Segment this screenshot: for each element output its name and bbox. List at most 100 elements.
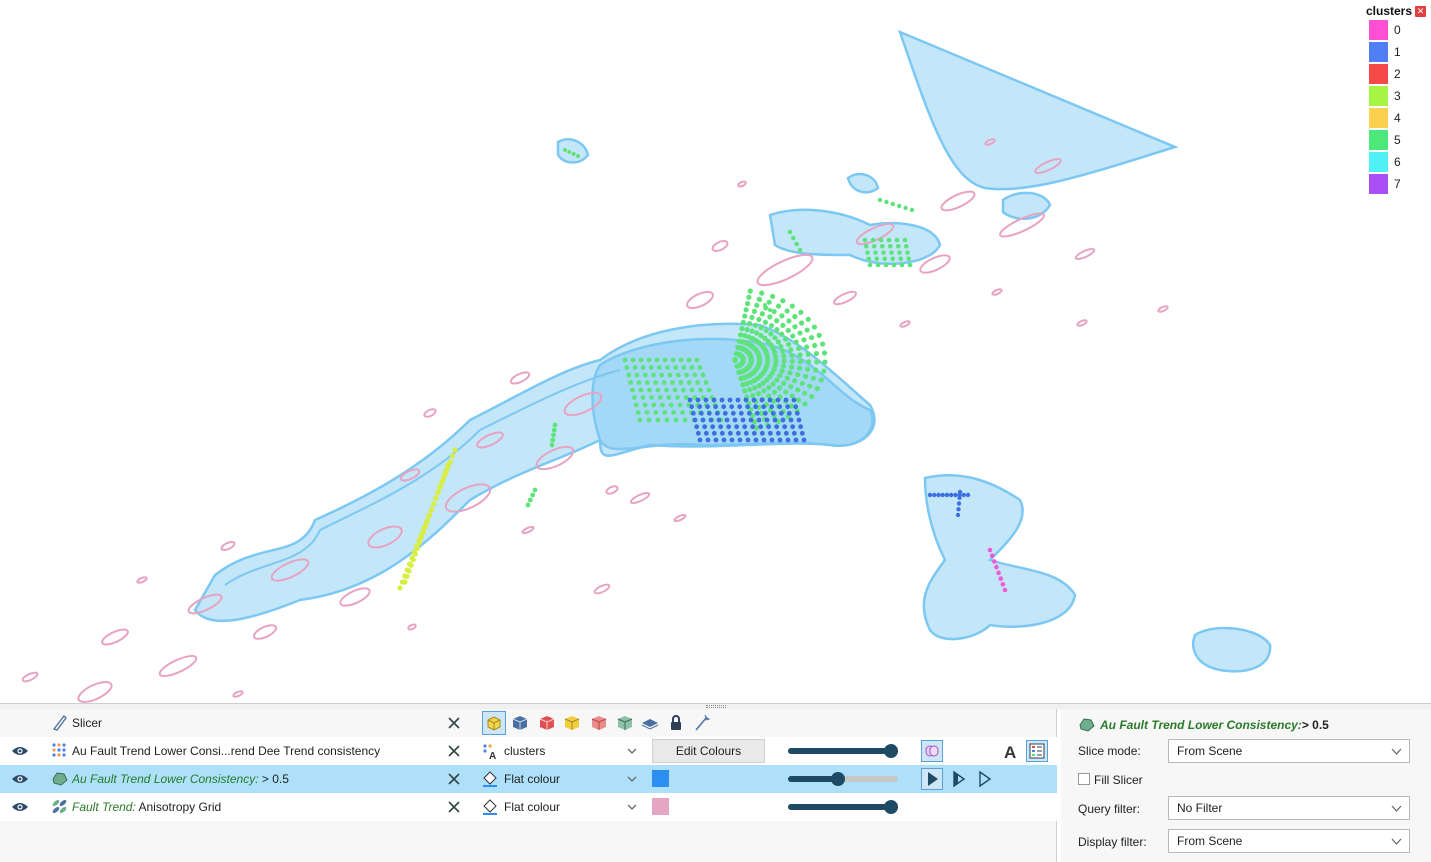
clip-toggle-icon[interactable] [921, 740, 943, 762]
play-outline-icon[interactable] [973, 768, 995, 790]
colour-property-select[interactable]: Flat colour [504, 800, 644, 814]
sample-point [716, 417, 722, 423]
play-half-icon[interactable] [947, 768, 969, 790]
remove-object-icon[interactable] [446, 771, 462, 787]
chevron-down-icon[interactable] [626, 802, 638, 812]
cube-slice-all-icon[interactable] [482, 711, 506, 735]
eye-icon[interactable] [11, 744, 29, 758]
object-row-slicer[interactable]: Slicer [0, 709, 1057, 737]
edit-colours-button[interactable]: Edit Colours [652, 739, 765, 763]
legend-label: 5 [1394, 133, 1401, 147]
sample-point [776, 385, 783, 391]
chevron-down-icon[interactable] [626, 774, 638, 784]
sample-point [758, 424, 764, 430]
object-row-grid[interactable]: Fault Trend: Anisotropy Grid Flat colour [0, 793, 1057, 821]
3d-viewport[interactable]: clusters ✕ 0 1 2 3 4 5 6 7 [0, 0, 1431, 703]
display-filter-dropdown[interactable]: From Scene [1168, 829, 1410, 853]
opacity-slider[interactable] [788, 772, 900, 786]
sample-point [437, 484, 443, 490]
sample-point [648, 365, 654, 370]
sample-point [441, 473, 447, 479]
text-label-icon[interactable]: A [1000, 740, 1022, 762]
sample-point [635, 410, 641, 415]
sample-point [416, 540, 422, 546]
sample-point [784, 308, 790, 314]
sample-point [654, 357, 660, 363]
sample-point [779, 368, 785, 374]
sample-point [902, 237, 908, 243]
sample-point [774, 318, 780, 324]
slider-thumb[interactable] [884, 800, 898, 814]
flat-colour-swatch[interactable] [652, 798, 669, 815]
lock-icon[interactable] [666, 713, 686, 733]
flat-colour-swatch[interactable] [652, 770, 669, 787]
surface-icon [52, 772, 68, 786]
sample-point [670, 357, 676, 363]
cube-blue-icon[interactable] [510, 713, 530, 733]
fill-slicer-checkbox[interactable] [1078, 773, 1090, 785]
close-icon[interactable]: ✕ [1415, 5, 1427, 17]
splitter-grip-icon[interactable] [706, 705, 726, 708]
slider-thumb[interactable] [830, 772, 845, 786]
sample-point [697, 404, 703, 410]
slicer-wand-icon[interactable] [692, 713, 712, 733]
sample-point [816, 332, 822, 338]
cube-yellow-icon[interactable] [562, 713, 582, 733]
eye-icon[interactable] [11, 800, 29, 814]
sample-point [987, 547, 993, 553]
sample-point [673, 365, 679, 370]
sample-point [719, 397, 725, 403]
cube-red-icon[interactable] [537, 713, 557, 733]
colour-property-select[interactable]: clusters [504, 744, 644, 758]
plane-slice-icon[interactable] [640, 713, 660, 733]
remove-object-icon[interactable] [446, 743, 462, 759]
slice-mode-dropdown[interactable]: From Scene [1168, 739, 1410, 763]
object-row-surface[interactable]: Au Fault Trend Lower Consistency: > 0.5 … [0, 765, 1057, 793]
sample-point [662, 410, 668, 415]
sample-point [638, 387, 644, 393]
sample-point [681, 387, 686, 393]
remove-object-icon[interactable] [446, 715, 462, 731]
play-icon[interactable] [921, 768, 943, 790]
sample-point [406, 568, 412, 574]
sample-point [1000, 581, 1006, 587]
opacity-slider[interactable] [788, 800, 900, 814]
sample-point [422, 523, 429, 529]
properties-panel: Au Fault Trend Lower Consistency: > 0.5 … [1061, 709, 1431, 862]
eye-icon[interactable] [11, 772, 29, 786]
sample-point [418, 534, 424, 541]
surface-mesh [556, 138, 590, 164]
sample-point [777, 404, 783, 410]
sample-point [897, 203, 902, 209]
query-filter-dropdown[interactable]: No Filter [1168, 796, 1410, 820]
opacity-slider[interactable] [788, 744, 900, 758]
slider-thumb[interactable] [884, 744, 898, 758]
sample-point [897, 250, 902, 255]
colour-property-select[interactable]: Flat colour [504, 772, 644, 786]
sample-point [793, 404, 799, 410]
sample-point [777, 372, 783, 379]
sample-point [680, 410, 685, 415]
chevron-down-icon[interactable] [1391, 804, 1402, 813]
cube-red-half-icon[interactable] [589, 713, 609, 733]
chevron-down-icon[interactable] [1391, 837, 1402, 846]
legend-toggle-icon[interactable] [1026, 740, 1048, 762]
sample-point [640, 395, 646, 400]
legend-label: 3 [1394, 89, 1401, 103]
sample-point [719, 430, 725, 436]
sample-point [708, 417, 714, 423]
sample-point [779, 331, 785, 337]
object-name-suffix: Anisotropy Grid [135, 800, 222, 814]
cube-green-icon[interactable] [615, 713, 635, 733]
sample-point [948, 492, 954, 498]
sample-point [660, 402, 665, 408]
scene-canvas[interactable] [0, 0, 1431, 703]
sample-point [632, 365, 638, 370]
sample-point [640, 365, 646, 370]
remove-object-icon[interactable] [446, 799, 462, 815]
object-row-points[interactable]: Au Fault Trend Lower Consi...rend Dee Tr… [0, 737, 1057, 765]
chevron-down-icon[interactable] [1391, 747, 1402, 756]
sample-point [706, 410, 712, 416]
chevron-down-icon[interactable] [626, 746, 638, 756]
sample-point [698, 410, 704, 416]
